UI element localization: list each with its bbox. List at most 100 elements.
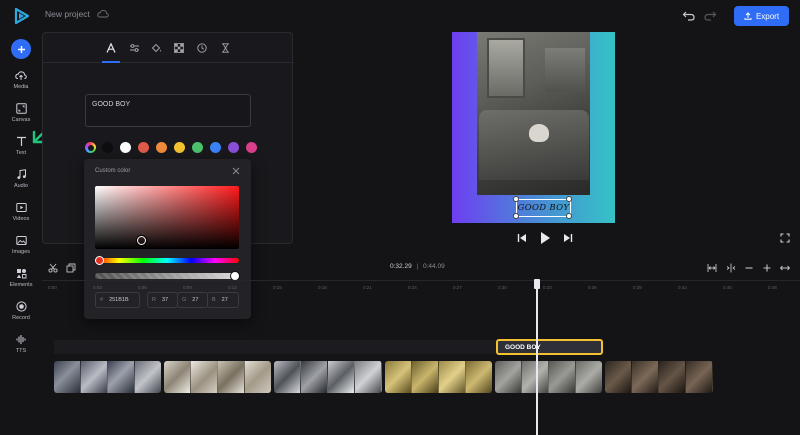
preview-canvas[interactable]: GOOD BOY xyxy=(452,32,615,223)
tab-transparency[interactable] xyxy=(170,40,188,56)
sidebar-item-elements[interactable]: Elements xyxy=(0,268,42,298)
ruler-tick: 0:45 xyxy=(723,285,732,290)
ruler-tick: 0:12 xyxy=(228,285,237,290)
redo-icon[interactable] xyxy=(703,8,717,22)
tab-duration[interactable] xyxy=(216,40,234,56)
video-track xyxy=(54,361,714,393)
cloud-sync-icon xyxy=(97,9,109,18)
ruler-tick: 0:39 xyxy=(633,285,642,290)
color-swatch-pink[interactable] xyxy=(246,142,257,153)
record-icon xyxy=(15,301,27,312)
zoom-in-icon[interactable] xyxy=(762,263,772,273)
total-time: 0:44.09 xyxy=(423,263,445,270)
text-content-input[interactable]: GOOD BOY xyxy=(85,94,251,127)
color-swatch-black[interactable] xyxy=(102,142,113,153)
time-separator: | xyxy=(416,263,419,270)
close-icon[interactable] xyxy=(232,167,240,175)
split-icon[interactable] xyxy=(726,263,736,273)
text-clip[interactable]: GOOD BOY xyxy=(496,339,603,355)
resize-handle-br[interactable] xyxy=(566,213,572,219)
sidebar-item-label: Elements xyxy=(9,282,33,288)
tab-text[interactable] xyxy=(102,40,120,56)
color-swatch-yellow[interactable] xyxy=(174,142,185,153)
hue-slider[interactable] xyxy=(95,258,239,263)
popup-title: Custom color xyxy=(95,168,131,174)
sidebar-item-tts[interactable]: TTS xyxy=(0,334,42,364)
video-clip[interactable] xyxy=(385,361,492,393)
duplicate-icon[interactable] xyxy=(66,263,76,273)
resize-handle-bl[interactable] xyxy=(513,213,519,219)
sliders-icon xyxy=(129,44,139,52)
export-label: Export xyxy=(755,11,780,21)
skip-back-icon[interactable] xyxy=(517,233,527,243)
saturation-value-picker[interactable] xyxy=(95,186,239,249)
ruler-tick: 0:21 xyxy=(363,285,372,290)
video-clip[interactable] xyxy=(605,361,713,393)
scissors-icon[interactable] xyxy=(48,263,58,273)
tab-fill[interactable] xyxy=(147,40,165,56)
undo-icon[interactable] xyxy=(682,8,696,22)
panel-tabs xyxy=(43,33,294,63)
resize-icon xyxy=(15,103,27,114)
hue-handle[interactable] xyxy=(95,256,104,265)
fullscreen-icon[interactable] xyxy=(780,233,790,243)
text-icon xyxy=(16,136,26,146)
red-value: 37 xyxy=(161,297,169,303)
zoom-out-icon[interactable] xyxy=(744,263,754,273)
timeline-ruler[interactable]: 0:00 0:03 0:06 0:09 0:12 0:15 0:18 0:21 … xyxy=(42,280,800,296)
video-clip[interactable] xyxy=(164,361,271,393)
text-layer[interactable]: GOOD BOY xyxy=(516,199,571,217)
video-clip[interactable] xyxy=(54,361,161,393)
sidebar-item-label: Audio xyxy=(13,183,29,189)
resize-handle-tr[interactable] xyxy=(566,196,572,202)
color-swatch-red[interactable] xyxy=(138,142,149,153)
app-logo-icon[interactable] xyxy=(12,6,32,26)
video-clip[interactable] xyxy=(495,361,602,393)
saturation-handle[interactable] xyxy=(137,236,146,245)
clock-icon xyxy=(197,43,207,53)
ruler-tick: 0:27 xyxy=(453,285,462,290)
playhead[interactable] xyxy=(536,280,538,435)
color-swatch-purple[interactable] xyxy=(228,142,239,153)
ruler-tick: 0:00 xyxy=(48,285,57,290)
sidebar-item-audio[interactable]: Audio xyxy=(0,169,42,199)
color-swatch-orange[interactable] xyxy=(156,142,167,153)
resize-handle-tl[interactable] xyxy=(513,196,519,202)
text-track-empty xyxy=(54,340,496,354)
export-button[interactable]: Export xyxy=(734,6,789,26)
skip-forward-icon[interactable] xyxy=(563,233,573,243)
sidebar-item-videos[interactable]: Videos xyxy=(0,202,42,232)
sidebar-item-images[interactable]: Images xyxy=(0,235,42,265)
waveform-icon xyxy=(16,335,25,344)
left-sidebar: Media Canvas Text Audio Videos Images El… xyxy=(0,32,42,435)
sidebar-item-label: Record xyxy=(12,315,30,321)
color-swatch-green[interactable] xyxy=(192,142,203,153)
hex-label: # xyxy=(100,297,104,303)
play-icon[interactable] xyxy=(539,231,551,245)
image-icon xyxy=(15,236,27,245)
sidebar-item-media[interactable]: Media xyxy=(0,70,42,100)
photo-dog xyxy=(529,124,549,142)
project-name[interactable]: New project xyxy=(45,9,90,19)
ruler-tick: 0:42 xyxy=(678,285,687,290)
sidebar-item-record[interactable]: Record xyxy=(0,301,42,331)
add-media-button[interactable] xyxy=(11,39,31,59)
expand-timeline-icon[interactable] xyxy=(780,263,790,273)
color-swatch-white[interactable] xyxy=(120,142,131,153)
ruler-tick: 0:09 xyxy=(183,285,192,290)
ruler-tick: 0:03 xyxy=(93,285,102,290)
cloud-upload-icon xyxy=(15,71,27,80)
video-clip[interactable] xyxy=(274,361,382,393)
tab-adjust[interactable] xyxy=(125,40,143,56)
opacity-slider[interactable] xyxy=(95,273,239,279)
tab-timing[interactable] xyxy=(193,40,211,56)
photo-layer[interactable] xyxy=(477,32,590,195)
plus-icon xyxy=(17,45,25,53)
photo-shelf xyxy=(545,48,585,92)
active-tab-indicator xyxy=(102,61,120,63)
playhead-handle[interactable] xyxy=(534,279,540,289)
fit-timeline-icon[interactable] xyxy=(707,263,717,273)
color-swatch-blue[interactable] xyxy=(210,142,221,153)
blue-label: B xyxy=(212,297,216,303)
ruler-tick: 0:15 xyxy=(273,285,282,290)
